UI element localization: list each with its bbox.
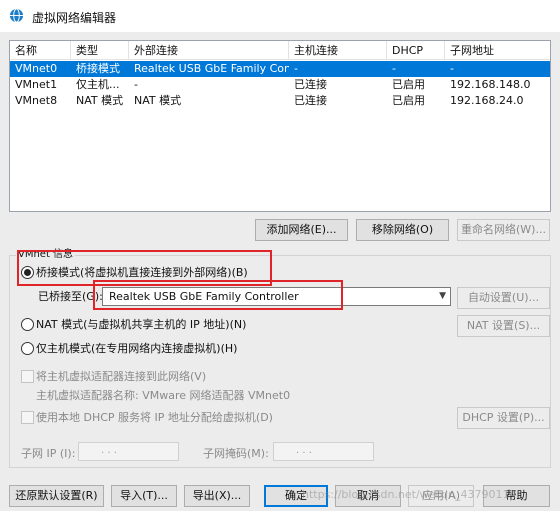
chevron-down-icon: ▼ xyxy=(439,291,446,301)
add-network-button[interactable]: 添加网络(E)... xyxy=(255,219,348,241)
cell-dhcp: - xyxy=(392,62,396,75)
subnet-mask-dots: . . . xyxy=(296,445,312,456)
cell-name: VMnet8 xyxy=(15,94,58,107)
column-header-type[interactable]: 类型 xyxy=(71,41,129,60)
subnet-ip-field[interactable]: . . . xyxy=(78,442,179,461)
cell-name: VMnet1 xyxy=(15,78,58,91)
auto-settings-button[interactable]: 自动设置(U)... xyxy=(457,287,550,309)
cell-subnet: 192.168.148.0 xyxy=(450,78,531,91)
dhcp-label[interactable]: 使用本地 DHCP 服务将 IP 地址分配给虚拟机(D) xyxy=(36,410,273,425)
table-row[interactable]: VMnet0 桥接模式 Realtek USB GbE Family Contr… xyxy=(10,61,550,77)
cell-external: NAT 模式 xyxy=(134,94,182,107)
nat-mode-radio[interactable] xyxy=(21,318,34,331)
nat-settings-button[interactable]: NAT 设置(S)... xyxy=(457,315,550,337)
subnet-mask-label: 子网掩码(M): xyxy=(203,447,269,460)
connect-adapter-checkbox[interactable] xyxy=(21,370,34,383)
cell-type: 仅主机... xyxy=(76,78,120,91)
restore-defaults-button[interactable]: 还原默认设置(R) xyxy=(9,485,104,507)
cell-external: - xyxy=(134,78,138,91)
table-row[interactable]: VMnet1 仅主机... - 已连接 已启用 192.168.148.0 xyxy=(10,77,550,93)
adapter-name-label: 主机虚拟适配器名称: VMware 网络适配器 VMnet0 xyxy=(36,389,291,402)
rename-network-button[interactable]: 重命名网络(W)... xyxy=(457,219,550,241)
cell-dhcp: 已启用 xyxy=(392,94,425,107)
vmnet-info-legend: VMnet 信息 xyxy=(16,248,76,262)
import-button[interactable]: 导入(T)... xyxy=(111,485,177,507)
column-header-dhcp[interactable]: DHCP xyxy=(387,41,445,60)
cell-type: NAT 模式 xyxy=(76,94,124,107)
nat-mode-label[interactable]: NAT 模式(与虚拟机共享主机的 IP 地址)(N) xyxy=(36,317,246,332)
host-only-radio[interactable] xyxy=(21,342,34,355)
column-header-external[interactable]: 外部连接 xyxy=(129,41,289,60)
list-header: 名称 类型 外部连接 主机连接 DHCP 子网地址 xyxy=(10,41,550,60)
cell-dhcp: 已启用 xyxy=(392,78,425,91)
connect-adapter-label[interactable]: 将主机虚拟适配器连接到此网络(V) xyxy=(36,369,206,384)
column-header-host[interactable]: 主机连接 xyxy=(289,41,387,60)
bridged-to-select[interactable]: Realtek USB GbE Family Controller ▼ xyxy=(102,287,451,306)
column-header-name[interactable]: 名称 xyxy=(10,41,71,60)
cell-subnet: - xyxy=(450,62,454,75)
cell-host: - xyxy=(294,62,298,75)
dhcp-checkbox[interactable] xyxy=(21,411,34,424)
host-only-label[interactable]: 仅主机模式(在专用网络内连接虚拟机)(H) xyxy=(36,341,237,356)
cell-host: 已连接 xyxy=(294,94,327,107)
subnet-ip-dots: . . . xyxy=(101,445,117,456)
network-list[interactable]: 名称 类型 外部连接 主机连接 DHCP 子网地址 VMnet0 桥接模式 Re… xyxy=(9,40,551,212)
window-title: 虚拟网络编辑器 xyxy=(32,11,117,25)
cell-subnet: 192.168.24.0 xyxy=(450,94,524,107)
dhcp-settings-button[interactable]: DHCP 设置(P)... xyxy=(457,407,550,429)
cell-external: Realtek USB GbE Family Contr... xyxy=(134,62,289,75)
column-header-subnet[interactable]: 子网地址 xyxy=(445,41,550,60)
bridged-to-label: 已桥接至(G): xyxy=(38,290,103,303)
title-bar: 虚拟网络编辑器 xyxy=(0,0,560,32)
watermark-text: https://blog.csdn.net/weixin_43790114 xyxy=(302,488,517,501)
export-button[interactable]: 导出(X)... xyxy=(184,485,250,507)
bridge-mode-radio[interactable] xyxy=(21,266,34,279)
network-globe-icon xyxy=(9,8,24,23)
bridge-mode-label[interactable]: 桥接模式(将虚拟机直接连接到外部网络)(B) xyxy=(36,265,248,280)
subnet-mask-field[interactable]: . . . xyxy=(273,442,374,461)
cell-type: 桥接模式 xyxy=(76,62,120,75)
cell-name: VMnet0 xyxy=(15,62,58,75)
subnet-ip-label: 子网 IP (I): xyxy=(21,447,76,460)
cell-host: 已连接 xyxy=(294,78,327,91)
bridged-to-value: Realtek USB GbE Family Controller xyxy=(109,290,299,303)
remove-network-button[interactable]: 移除网络(O) xyxy=(356,219,449,241)
table-row[interactable]: VMnet8 NAT 模式 NAT 模式 已连接 已启用 192.168.24.… xyxy=(10,93,550,109)
